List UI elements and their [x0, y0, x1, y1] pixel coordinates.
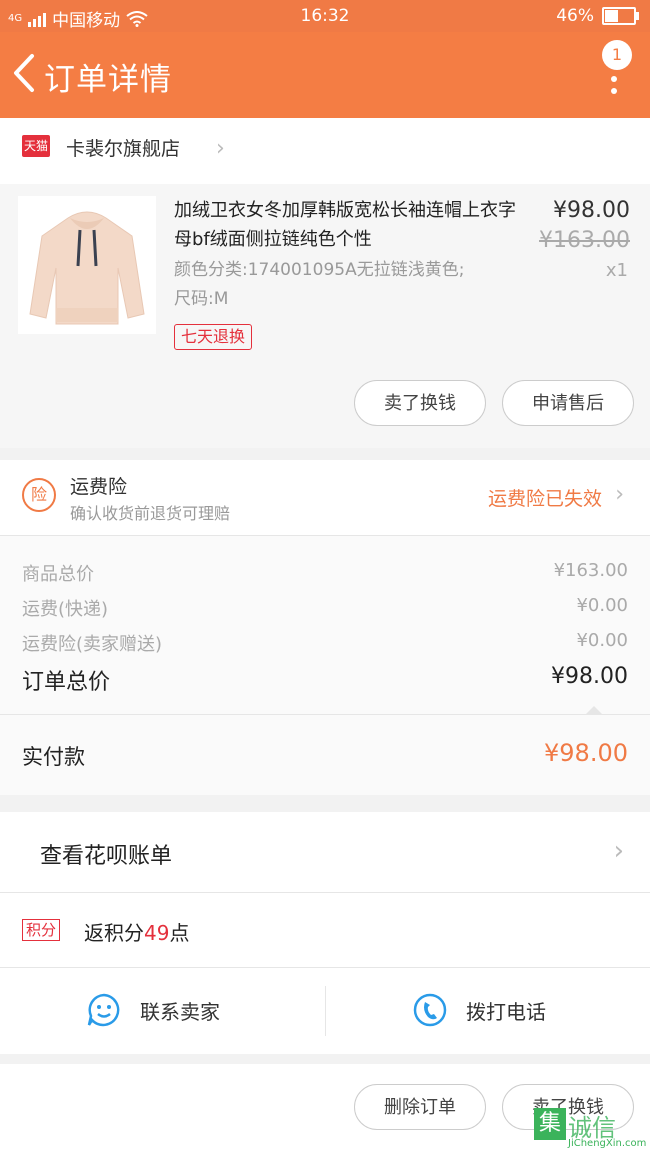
product-title[interactable]: 加绒卫衣女冬加厚韩版宽松长袖连帽上衣字母bf绒面侧拉链纯色个性	[174, 196, 524, 254]
insurance-title: 运费险	[70, 476, 128, 498]
page-title: 订单详情	[44, 62, 172, 98]
hoodie-image	[18, 196, 156, 334]
product-price: ¥98.00	[553, 198, 630, 223]
summary-label: 商品总价	[22, 564, 94, 585]
more-menu-icon[interactable]	[604, 70, 624, 120]
battery-level	[605, 10, 618, 22]
points-row: 积分 返积分49点	[0, 893, 650, 968]
contact-seller-button[interactable]: 联系卖家	[0, 968, 325, 1054]
call-phone-label: 拨打电话	[466, 1000, 546, 1024]
call-phone-button[interactable]: 拨打电话	[326, 968, 650, 1054]
insurance-subtitle: 确认收货前退货可理赔	[70, 504, 231, 523]
sell-button[interactable]: 卖了换钱	[354, 380, 486, 426]
battery-icon	[602, 7, 639, 25]
paid-label: 实付款	[22, 745, 85, 769]
points-text: 返积分49点	[84, 917, 189, 946]
summary-label: 运费险(卖家赠送)	[22, 634, 163, 655]
watermark-url: JiChengXin.com	[568, 1138, 647, 1149]
points-prefix: 返积分	[84, 921, 144, 945]
summary-row-total: 订单总价 ¥98.00	[22, 664, 628, 696]
chevron-right-icon: ›	[216, 136, 225, 161]
seven-day-return-tag: 七天退换	[174, 324, 253, 350]
original-price: ¥163.00	[539, 228, 630, 253]
summary-row-insurance: 运费险(卖家赠送) ¥0.00	[22, 630, 628, 656]
summary-value: ¥0.00	[576, 630, 628, 651]
summary-value: ¥0.00	[576, 595, 628, 616]
contact-bar: 联系卖家 拨打电话	[0, 968, 650, 1054]
product-quantity: x1	[605, 260, 628, 281]
store-row[interactable]: 天猫 卡裴尔旗舰店 ›	[0, 118, 650, 184]
nav-bar: 订单详情 1	[0, 32, 650, 118]
status-right: 46%	[556, 6, 639, 26]
huabei-label: 查看花呗账单	[40, 844, 173, 869]
summary-label: 运费(快递)	[22, 599, 109, 620]
clock: 16:32	[300, 6, 350, 26]
chat-bubble-icon	[87, 993, 120, 1027]
apply-aftersale-button[interactable]: 申请售后	[502, 380, 634, 426]
site-watermark: 集 诚信 JiChengXin.com	[534, 1108, 646, 1149]
order-total-value: ¥98.00	[551, 664, 628, 689]
paid-amount-row: 实付款 ¥98.00	[0, 714, 650, 795]
shipping-insurance-row[interactable]: 险 运费险 确认收货前退货可理赔 运费险已失效 ›	[0, 460, 650, 536]
view-huabei-bill-row[interactable]: 查看花呗账单 ›	[0, 812, 650, 893]
tmall-logo: 天猫	[22, 135, 50, 157]
status-bar: 4G 中国移动 16:32 46%	[0, 0, 650, 32]
battery-percent: 46%	[556, 6, 594, 26]
insurance-icon: 险	[22, 478, 56, 512]
sku-size: 尺码:M	[174, 289, 229, 309]
insurance-status: 运费险已失效	[487, 488, 602, 510]
points-badge: 积分	[22, 919, 61, 941]
watermark-logo: 集	[534, 1108, 566, 1140]
delete-order-button[interactable]: 删除订单	[354, 1084, 486, 1130]
summary-row-goods: 商品总价 ¥163.00	[22, 560, 628, 586]
paid-value: ¥98.00	[544, 739, 628, 767]
contact-seller-label: 联系卖家	[140, 1000, 220, 1024]
chevron-right-icon: ›	[613, 836, 624, 866]
order-total-label: 订单总价	[22, 670, 111, 695]
points-number: 49	[144, 921, 170, 945]
message-badge[interactable]: 1	[602, 40, 632, 70]
summary-value: ¥163.00	[553, 560, 628, 581]
product-card: 加绒卫衣女冬加厚韩版宽松长袖连帽上衣字母bf绒面侧拉链纯色个性 颜色分类:174…	[0, 184, 650, 448]
phone-icon	[413, 993, 447, 1027]
sku-color: 颜色分类:174001095A无拉链浅黄色;	[174, 260, 465, 280]
store-name[interactable]: 卡裴尔旗舰店	[66, 134, 180, 161]
product-thumbnail[interactable]	[18, 196, 156, 334]
summary-row-shipping: 运费(快递) ¥0.00	[22, 595, 628, 621]
chevron-right-icon: ›	[615, 482, 624, 507]
points-suffix: 点	[169, 921, 190, 945]
price-summary: 商品总价 ¥163.00 运费(快递) ¥0.00 运费险(卖家赠送) ¥0.0…	[0, 536, 650, 716]
back-arrow-icon[interactable]	[10, 50, 40, 96]
product-sku: 颜色分类:174001095A无拉链浅黄色; 尺码:M	[174, 256, 524, 314]
